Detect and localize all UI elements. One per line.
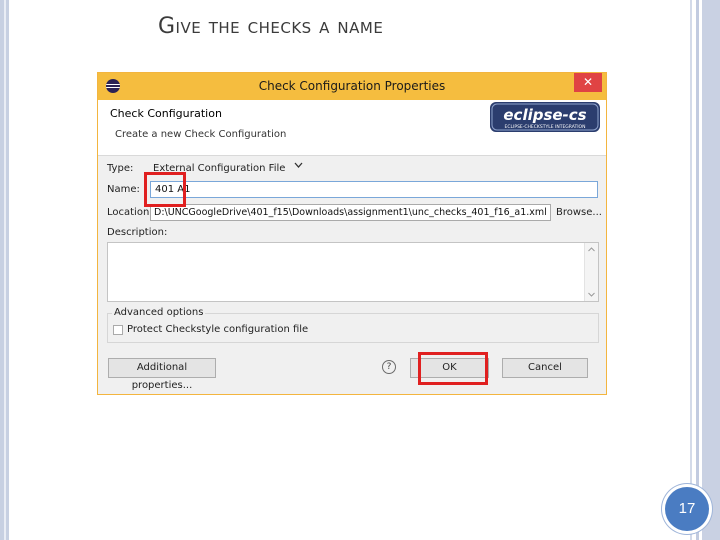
browse-button[interactable]: Browse... [554, 204, 604, 221]
check-configuration-dialog: Check Configuration Properties ✕ Check C… [97, 72, 607, 395]
additional-properties-button[interactable]: Additional properties... [108, 358, 216, 391]
slide-title: Give the checks a name [158, 14, 384, 39]
scroll-up-icon[interactable] [588, 245, 595, 254]
advanced-options-legend: Advanced options [112, 307, 206, 318]
header-subtitle: Create a new Check Configuration [115, 129, 287, 140]
scroll-down-icon[interactable] [588, 290, 595, 299]
protect-config-label[interactable]: Protect Checkstyle configuration file [127, 324, 308, 335]
close-icon: ✕ [582, 75, 594, 89]
header-title: Check Configuration [110, 107, 222, 120]
ok-highlight-box [418, 352, 488, 385]
logo-tagline: ECLIPSE-CHECKSTYLE INTEGRATION [505, 124, 586, 130]
cancel-button[interactable]: Cancel [502, 358, 588, 378]
close-button[interactable]: ✕ [574, 73, 602, 92]
window-title: Check Configuration Properties [258, 79, 446, 93]
chevron-down-icon[interactable] [294, 161, 303, 172]
dialog-header: Check Configuration Create a new Check C… [98, 100, 606, 156]
protect-config-checkbox[interactable] [113, 325, 123, 335]
help-icon[interactable]: ? [382, 360, 396, 374]
logo-wordmark: eclipse-cs [503, 106, 586, 124]
description-label: Description: [107, 227, 168, 238]
name-input[interactable]: 401 A1 [150, 181, 598, 198]
type-label: Type: [107, 163, 134, 174]
name-highlight-box [144, 172, 186, 207]
window-titlebar[interactable]: Check Configuration Properties ✕ [98, 73, 606, 100]
eclipse-cs-logo: eclipse-cs ECLIPSE-CHECKSTYLE INTEGRATIO… [490, 102, 600, 132]
location-label: Location: [107, 207, 153, 218]
slide-number-badge: 17 [665, 487, 709, 531]
description-scrollbar[interactable] [584, 243, 598, 301]
slide-right-border [688, 0, 720, 540]
slide-left-border [0, 0, 9, 540]
description-textarea[interactable] [107, 242, 599, 302]
location-input[interactable]: D:\UNCGoogleDrive\401_f15\Downloads\assi… [150, 204, 551, 221]
name-label: Name: [107, 184, 140, 195]
